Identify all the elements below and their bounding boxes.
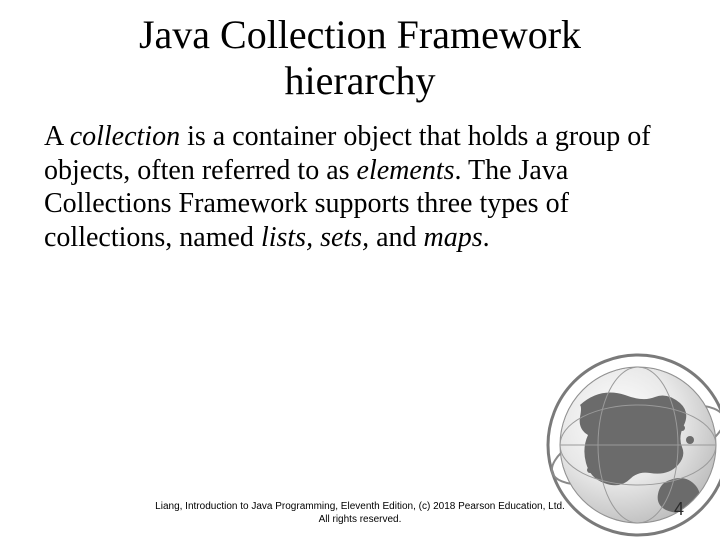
title-line-1: Java Collection Framework [139,12,581,57]
term-lists: lists [261,222,306,253]
footer-line-2: All rights reserved. [319,514,402,525]
body-text: . [483,222,490,253]
term-collection: collection [70,121,180,152]
slide-body: A collection is a container object that … [0,104,720,254]
page-number: 4 [674,499,684,520]
term-sets: sets [320,222,362,253]
slide-title: Java Collection Framework hierarchy [0,0,720,104]
term-maps: maps [424,222,483,253]
term-elements: elements [357,155,455,186]
slide: Java Collection Framework hierarchy A co… [0,0,720,540]
footer-line-1: Liang, Introduction to Java Programming,… [155,501,565,512]
comma: , [362,222,376,253]
comma: , [306,222,320,253]
body-text: A [44,121,70,152]
body-text: and [376,222,423,253]
footer: Liang, Introduction to Java Programming,… [0,501,720,526]
title-line-2: hierarchy [284,58,435,103]
